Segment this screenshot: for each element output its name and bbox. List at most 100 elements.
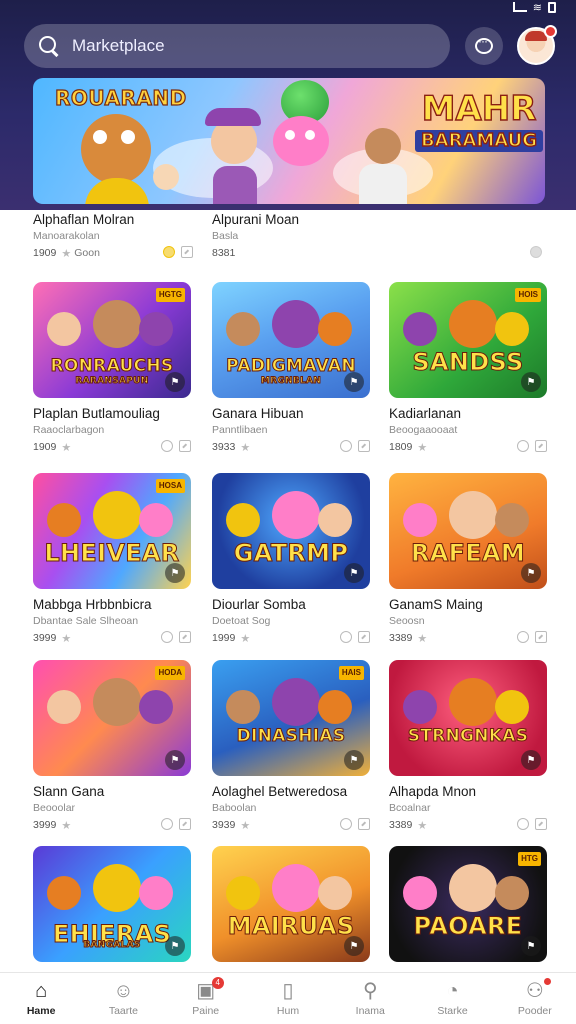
item-price: 1999	[212, 632, 236, 644]
game-developer: Beooolar	[33, 802, 76, 814]
profile-icon: ◔	[446, 980, 459, 1002]
featured-item-1[interactable]: Alphaflan Molran Manoarakolan 1909 ★ Goo…	[33, 212, 193, 260]
share-icon[interactable]	[358, 818, 370, 830]
share-icon[interactable]	[535, 631, 547, 643]
game-developer: Doetoat Sog	[212, 615, 271, 627]
nav-item[interactable]: ⚇ Pooder	[494, 973, 576, 1024]
game-card[interactable]: LHEIVEAR HOSA ⚑ Mabbga Hrbbnbicra Dbantae Sa…	[33, 473, 191, 645]
game-thumbnail[interactable]: SANDSS HOIS ⚑	[389, 282, 547, 398]
character-illustration	[272, 678, 320, 726]
bookmark-icon[interactable]: ⚑	[165, 372, 185, 392]
game-developer: Bcoalnar	[389, 802, 431, 814]
share-icon[interactable]	[535, 440, 547, 452]
game-thumbnail[interactable]: LHEIVEAR HOSA ⚑	[33, 473, 191, 589]
game-thumbnail[interactable]: RONRAUCHS RARANSAPUN HGTG ⚑	[33, 282, 191, 398]
banner-title-line1: MAHR	[421, 89, 537, 129]
game-card[interactable]: GATRMP ⚑ Diourlar Somba Doetoat Sog 1999 ★	[212, 473, 370, 645]
item-price: 3999	[33, 819, 57, 831]
avatar[interactable]	[517, 25, 557, 65]
nav-item[interactable]: ▣ Paine 4	[165, 973, 247, 1024]
share-icon[interactable]	[179, 440, 191, 452]
character-illustration	[139, 312, 173, 346]
banner-title-right: MAHR BARAMAUG	[415, 89, 543, 152]
game-card[interactable]: PADIGMAVAN MRGNBLAN ⚑ Ganara Hibuan Panntlib…	[212, 282, 370, 454]
character-illustration	[47, 690, 81, 724]
game-thumbnail[interactable]: MAIRUAS ⚑	[212, 846, 370, 962]
bookmark-icon[interactable]: ⚑	[344, 563, 364, 583]
game-thumbnail[interactable]: STRNGNKAS ⚑	[389, 660, 547, 776]
bookmark-icon[interactable]: ⚑	[521, 936, 541, 956]
corner-badge: HODA	[155, 666, 185, 680]
signal-icon	[512, 2, 527, 12]
wifi-icon: ≋	[532, 1, 542, 14]
star-icon: ★	[61, 247, 72, 260]
chat-button[interactable]	[465, 27, 503, 65]
bookmark-icon[interactable]: ⚑	[344, 372, 364, 392]
item-price: 3939	[212, 819, 236, 831]
bookmark-icon[interactable]: ⚑	[344, 750, 364, 770]
bookmark-icon[interactable]: ⚑	[165, 750, 185, 770]
character-illustration	[226, 312, 260, 346]
game-card[interactable]: STRNGNKAS ⚑ Alhapda Mnon Bcoalnar 3389 ★	[389, 660, 547, 832]
nav-item[interactable]: ◔ Starke	[411, 973, 493, 1024]
game-card[interactable]: HODA ⚑ Slann Gana Beooolar 3999 ★	[33, 660, 191, 832]
share-icon[interactable]	[179, 818, 191, 830]
featured-item-meta: 8381	[212, 246, 542, 260]
character-illustration	[403, 503, 437, 537]
game-title-art: RAFEAM	[410, 539, 526, 568]
bookmark-icon[interactable]: ⚑	[521, 563, 541, 583]
game-thumbnail[interactable]: GATRMP ⚑	[212, 473, 370, 589]
share-icon[interactable]	[535, 818, 547, 830]
search-input[interactable]	[72, 36, 412, 56]
character-illustration	[139, 690, 173, 724]
game-card[interactable]: RONRAUCHS RARANSAPUN HGTG ⚑ Plaplan Butlamou…	[33, 282, 191, 454]
star-icon: ★	[61, 441, 72, 454]
game-developer: Baboolan	[212, 802, 257, 814]
star-icon: ★	[240, 632, 251, 645]
search-icon[interactable]	[38, 35, 60, 57]
nav-item[interactable]: ⌂ Hame	[0, 973, 82, 1024]
bookmark-icon[interactable]: ⚑	[165, 563, 185, 583]
game-card[interactable]: PAOAREHTG⚑Koanio laiop	[389, 846, 547, 985]
share-icon[interactable]	[358, 631, 370, 643]
featured-item-2[interactable]: Alpurani Moan Basla 8381	[212, 212, 542, 260]
game-card[interactable]: SANDSS HOIS ⚑ Kadiarlanan Beoogaaooaat 1809 ★	[389, 282, 547, 454]
bookmark-icon[interactable]: ⚑	[344, 936, 364, 956]
featured-item-meta: 1909 ★ Goon	[33, 246, 193, 260]
share-icon[interactable]	[181, 246, 193, 258]
nav-item[interactable]: ⚲ Inama	[329, 973, 411, 1024]
bookmark-icon[interactable]: ⚑	[165, 936, 185, 956]
character-illustration	[318, 312, 352, 346]
game-thumbnail[interactable]: DINASHIAS HAIS ⚑	[212, 660, 370, 776]
game-thumbnail[interactable]: EHIERAS BANGALAS ⚑	[33, 846, 191, 962]
game-thumbnail[interactable]: PADIGMAVAN MRGNBLAN ⚑	[212, 282, 370, 398]
character-illustration	[272, 864, 320, 912]
share-icon[interactable]	[179, 631, 191, 643]
character-illustration	[272, 491, 320, 539]
bookmark-icon[interactable]: ⚑	[521, 372, 541, 392]
bookmark-icon[interactable]: ⚑	[521, 750, 541, 770]
featured-item-sub: Basla	[212, 230, 239, 242]
nav-label: Inama	[355, 1005, 385, 1017]
game-card[interactable]: RAFEAM ⚑ GanamS Maing Seoosn 3389 ★	[389, 473, 547, 645]
nav-item[interactable]: ☺ Taarte	[82, 973, 164, 1024]
share-icon[interactable]	[358, 440, 370, 452]
game-meta: 3389 ★	[389, 818, 547, 832]
featured-banner[interactable]: ROUARAND MAHR BARAMAUG	[33, 78, 545, 204]
nav-item[interactable]: ▯ Hum	[247, 973, 329, 1024]
game-title-art: GATRMP	[233, 539, 349, 568]
character-illustration	[495, 312, 529, 346]
game-meta: 3389 ★	[389, 631, 547, 645]
game-thumbnail[interactable]: PAOARE HTG ⚑	[389, 846, 547, 962]
game-card[interactable]: DINASHIAS HAIS ⚑ Aolaghel Betweredosa Babool…	[212, 660, 370, 832]
corner-badge: HOSA	[155, 479, 185, 493]
search-bar[interactable]	[24, 24, 450, 68]
game-card[interactable]: MAIRUAS⚑Hibulan	[212, 846, 370, 985]
game-developer: Dbantae Sale Slheoan	[33, 615, 139, 627]
character-illustration	[495, 690, 529, 724]
character-illustration	[226, 690, 260, 724]
game-thumbnail[interactable]: RAFEAM ⚑	[389, 473, 547, 589]
game-card[interactable]: EHIERASBANGALAS⚑Raglan Barkaran	[33, 846, 191, 985]
character-illustration	[495, 876, 529, 910]
game-thumbnail[interactable]: HODA ⚑	[33, 660, 191, 776]
